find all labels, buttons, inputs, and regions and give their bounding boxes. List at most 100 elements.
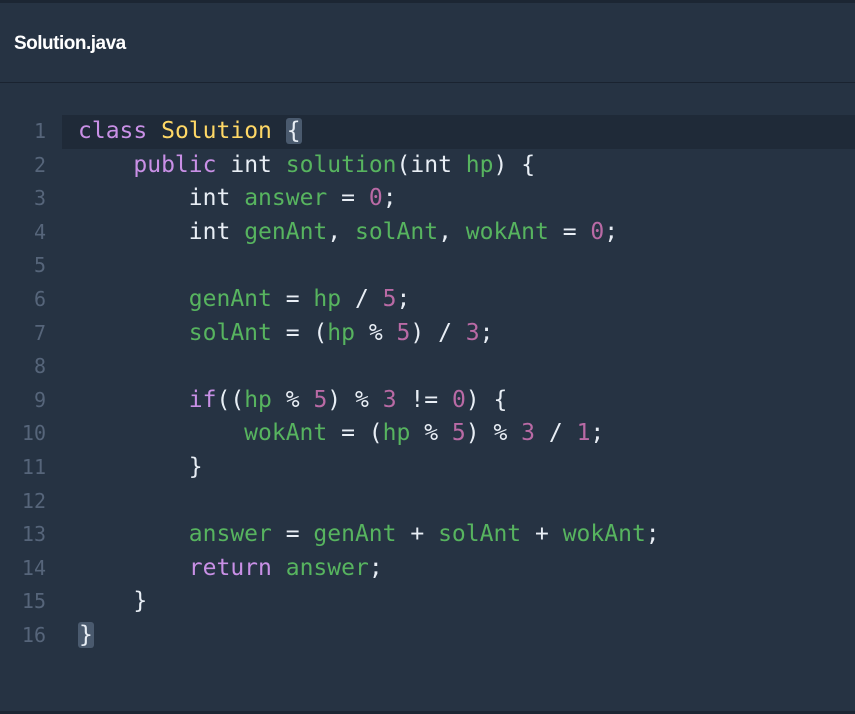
code-line[interactable]: 2 public int solution(int hp) {: [0, 149, 855, 183]
line-number: 11: [21, 454, 46, 479]
code-line[interactable]: 14 return answer;: [0, 552, 855, 586]
line-number: 1: [33, 119, 46, 143]
code-token: solAnt: [188, 319, 272, 346]
code-token: /: [341, 285, 383, 312]
code-token: public: [133, 151, 217, 178]
line-number: 8: [33, 354, 46, 379]
code-line[interactable]: 4 int genAnt, solAnt, wokAnt = 0;: [0, 216, 855, 250]
line-number: 3: [33, 186, 46, 211]
editor-tab-bar: Solution.java: [0, 3, 855, 83]
code-token: genAnt: [244, 218, 328, 245]
code-token: ;: [368, 554, 383, 581]
code-token: ) {: [465, 386, 508, 413]
code-token: !=: [396, 386, 452, 413]
code-token: 0: [451, 386, 466, 413]
line-code: answer = genAnt + solAnt + wokAnt;: [78, 518, 660, 552]
code-line[interactable]: 7 solAnt = (hp % 5) / 3;: [0, 317, 855, 351]
code-token: Solution: [161, 118, 272, 144]
code-token: int: [410, 151, 452, 178]
line-number: 10: [21, 421, 46, 446]
code-token: 3: [465, 319, 480, 346]
line-number: 4: [33, 219, 46, 244]
code-token: wokAnt: [465, 218, 549, 245]
line-code: int answer = 0;: [78, 182, 397, 216]
code-token: hp: [465, 151, 494, 178]
code-line[interactable]: 9 if((hp % 5) % 3 != 0) {: [0, 384, 855, 418]
code-line[interactable]: 6 genAnt = hp / 5;: [0, 283, 855, 317]
code-line[interactable]: 13 answer = genAnt + solAnt + wokAnt;: [0, 518, 855, 552]
code-token: 5: [396, 319, 411, 346]
line-number: 13: [21, 522, 46, 547]
line-code: if((hp % 5) % 3 != 0) {: [78, 384, 508, 418]
code-token: =: [271, 285, 314, 312]
code-line[interactable]: 15 }: [0, 585, 855, 619]
line-code: wokAnt = (hp % 5) % 3 / 1;: [78, 417, 604, 451]
line-number: 12: [21, 488, 46, 513]
line-code: class Solution {: [78, 115, 302, 149]
code-token: ,: [438, 218, 466, 245]
code-token: ) /: [410, 319, 466, 346]
code-token: hp: [244, 386, 272, 413]
code-line[interactable]: 11 }: [0, 451, 855, 485]
code-token: 3: [521, 420, 536, 447]
line-code: }: [78, 451, 203, 485]
code-token: if: [188, 386, 217, 413]
code-line[interactable]: 12: [0, 485, 855, 519]
line-code: }: [78, 619, 94, 653]
code-token: /: [535, 420, 577, 447]
code-token: answer: [188, 521, 272, 548]
line-code: }: [78, 585, 147, 619]
code-token: 5: [451, 420, 466, 447]
line-number: 2: [33, 152, 46, 177]
line-code: public int solution(int hp) {: [78, 149, 535, 183]
code-token: %: [354, 319, 397, 346]
code-token: ;: [590, 420, 605, 447]
code-token: ) %: [465, 420, 522, 447]
code-token: = (: [271, 319, 328, 346]
line-number: 6: [33, 286, 46, 311]
code-line[interactable]: 5: [0, 249, 855, 283]
code-line[interactable]: 1 class Solution {: [0, 115, 855, 149]
code-token: (: [396, 151, 411, 178]
code-token: +: [396, 521, 439, 548]
code-line[interactable]: 10 wokAnt = (hp % 5) % 3 / 1;: [0, 417, 855, 451]
line-number: 5: [33, 253, 46, 278]
code-area[interactable]: 1 class Solution {2 public int solution(i…: [0, 115, 855, 653]
code-token: 0: [590, 218, 605, 245]
code-token: =: [327, 185, 369, 212]
code-token: ((: [216, 386, 245, 413]
line-code: return answer;: [78, 552, 383, 586]
matched-brace: }: [78, 621, 94, 648]
line-code: genAnt = hp / 5;: [78, 283, 411, 317]
code-token: hp: [313, 285, 342, 312]
code-token: 5: [382, 285, 397, 312]
code-token: =: [271, 521, 314, 548]
code-token: ;: [382, 185, 397, 212]
code-token: ;: [604, 218, 619, 245]
line-number: 16: [21, 622, 46, 647]
code-token: 0: [368, 185, 383, 212]
code-line[interactable]: 16}: [0, 619, 855, 653]
code-token: hp: [382, 420, 411, 447]
code-line[interactable]: 3 int answer = 0;: [0, 182, 855, 216]
line-code: int genAnt, solAnt, wokAnt = 0;: [78, 216, 618, 250]
file-tab-title[interactable]: Solution.java: [14, 33, 126, 55]
code-token: ) {: [493, 151, 536, 178]
code-line[interactable]: 8: [0, 350, 855, 384]
code-token: genAnt: [313, 521, 397, 548]
